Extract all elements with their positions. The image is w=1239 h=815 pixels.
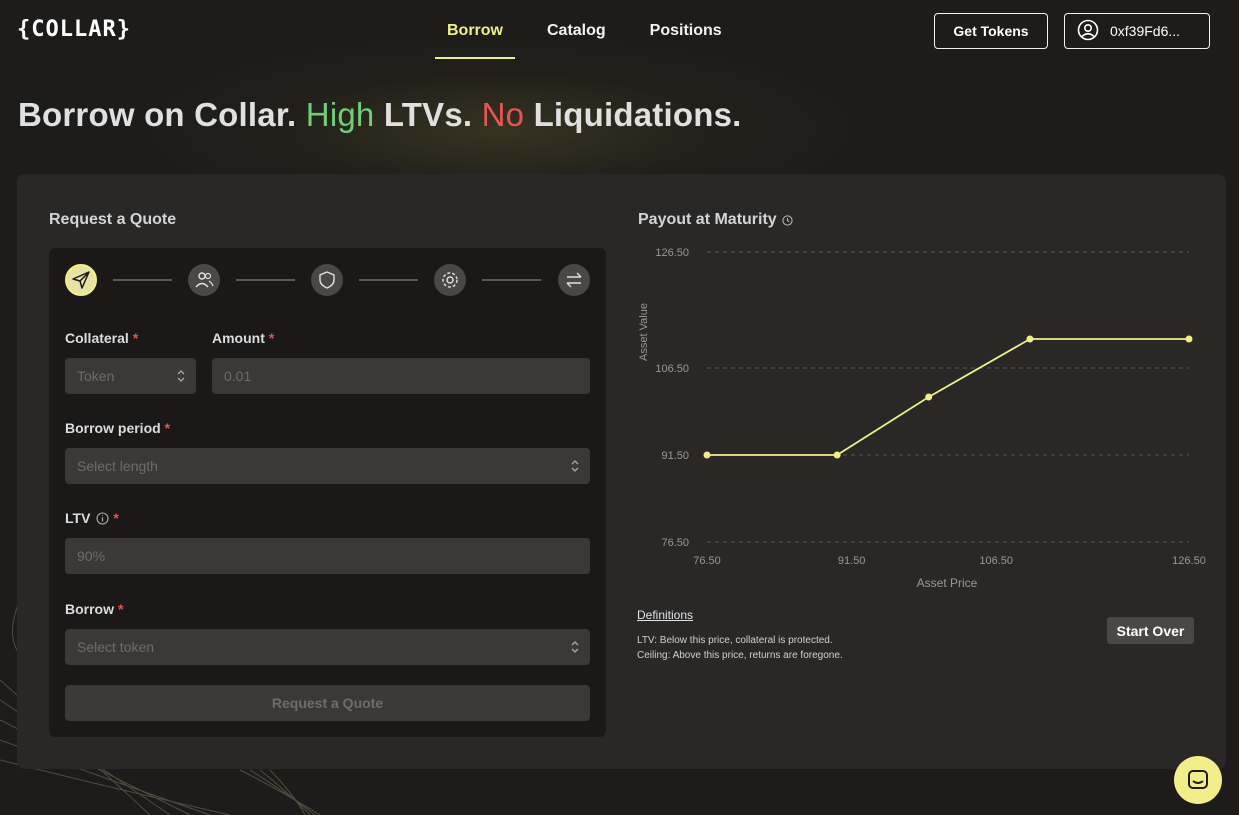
ceiling-definition: Ceiling: Above this price, returns are f…: [637, 650, 843, 661]
step-connector: [113, 279, 172, 281]
y-tick-label: 106.50: [655, 363, 689, 375]
headline-part1: Borrow on Collar.: [18, 96, 306, 133]
collateral-label: Collateral *: [65, 330, 138, 346]
users-icon[interactable]: [188, 264, 220, 296]
payout-chart: 126.50 106.50 91.50 76.50 76.50 91.50 106.50 1…: [638, 247, 1206, 590]
step-connector: [482, 279, 541, 281]
borrow-period-placeholder: Select length: [77, 458, 158, 474]
y-tick-label: 126.50: [655, 247, 689, 259]
collateral-placeholder: Token: [77, 368, 115, 384]
wallet-address: 0xf39Fd6...: [1110, 23, 1181, 39]
x-tick-label: 91.50: [838, 555, 866, 567]
step-connector: [236, 279, 295, 281]
gear-icon[interactable]: [434, 264, 466, 296]
request-quote-button[interactable]: Request a Quote: [65, 685, 590, 721]
payout-title-text: Payout at Maturity: [638, 211, 777, 228]
data-point: [1185, 335, 1193, 343]
user-circle-icon: [1077, 19, 1099, 44]
headline-no: No: [481, 96, 525, 133]
ltv-definition: LTV: Below this price, collateral is pro…: [637, 635, 833, 646]
x-tick-label: 76.50: [693, 555, 721, 567]
top-navbar: {COLLAR} Borrow Catalog Positions Get To…: [0, 0, 1239, 62]
headline-part3: Liquidations.: [524, 96, 742, 133]
data-point: [833, 451, 841, 459]
borrow-label: Borrow *: [65, 601, 123, 617]
amount-label-text: Amount: [212, 330, 265, 346]
page-headline: Borrow on Collar. High LTVs. No Liquidat…: [18, 96, 742, 134]
collateral-label-text: Collateral: [65, 330, 129, 346]
collar-logo[interactable]: {COLLAR}: [17, 17, 131, 42]
ltv-placeholder: 90%: [77, 548, 106, 564]
y-tick-label: 91.50: [661, 450, 689, 462]
borrow-period-label: Borrow period *: [65, 420, 170, 436]
data-point: [925, 393, 933, 401]
amount-placeholder: 0.01: [224, 368, 252, 384]
step-indicator: [65, 264, 590, 296]
ltv-label-text: LTV: [65, 510, 91, 526]
quote-form: Collateral * Token Amount * 0.01 Borrow pe…: [49, 248, 606, 737]
send-icon[interactable]: [65, 264, 97, 296]
tab-positions[interactable]: Positions: [638, 0, 734, 59]
data-point: [703, 451, 711, 459]
required-mark: *: [164, 420, 171, 436]
chat-support-button[interactable]: [1174, 756, 1222, 804]
required-mark: *: [268, 330, 275, 346]
y-tick-label: 76.50: [661, 537, 689, 549]
headline-part2: LTVs.: [374, 96, 482, 133]
chevron-updown-icon: [571, 641, 579, 653]
borrow-period-label-text: Borrow period: [65, 420, 161, 436]
chevron-updown-icon: [571, 460, 579, 472]
step-connector: [359, 279, 418, 281]
headline-high: High: [305, 96, 375, 133]
x-axis-label: Asset Price: [917, 576, 978, 590]
chat-icon: [1188, 770, 1208, 789]
borrow-card: Request a Quote Collateral * Token Amoun…: [17, 174, 1226, 769]
nav-tabs: Borrow Catalog Positions: [435, 0, 754, 60]
x-tick-label: 106.50: [979, 555, 1013, 567]
payout-line: [707, 338, 1189, 456]
borrow-token-placeholder: Select token: [77, 639, 155, 655]
definitions-link[interactable]: Definitions: [637, 608, 693, 622]
ltv-label: LTV *: [65, 510, 119, 526]
swap-icon[interactable]: [558, 264, 590, 296]
borrow-period-select[interactable]: Select length: [65, 448, 590, 484]
start-over-button[interactable]: Start Over: [1107, 617, 1194, 644]
amount-label: Amount *: [212, 330, 274, 346]
chevron-updown-icon: [177, 370, 185, 382]
amount-input[interactable]: 0.01: [212, 358, 590, 394]
borrow-token-select[interactable]: Select token: [65, 629, 590, 665]
request-quote-title: Request a Quote: [49, 211, 177, 228]
required-mark: *: [132, 330, 139, 346]
borrow-label-text: Borrow: [65, 601, 114, 617]
required-mark: *: [113, 510, 119, 526]
wallet-button[interactable]: 0xf39Fd6...: [1064, 13, 1210, 49]
tab-catalog[interactable]: Catalog: [535, 0, 618, 59]
tab-borrow[interactable]: Borrow: [435, 0, 515, 59]
ltv-input[interactable]: 90%: [65, 538, 590, 574]
shield-icon[interactable]: [311, 264, 343, 296]
info-icon[interactable]: [96, 511, 109, 525]
required-mark: *: [118, 601, 124, 617]
clock-icon[interactable]: [782, 214, 793, 226]
payout-title: Payout at Maturity: [638, 211, 793, 229]
collateral-select[interactable]: Token: [65, 358, 196, 394]
get-tokens-button[interactable]: Get Tokens: [934, 13, 1048, 49]
x-tick-label: 126.50: [1172, 555, 1206, 567]
y-axis-label: Asset Value: [638, 303, 650, 361]
data-point: [1026, 335, 1034, 343]
